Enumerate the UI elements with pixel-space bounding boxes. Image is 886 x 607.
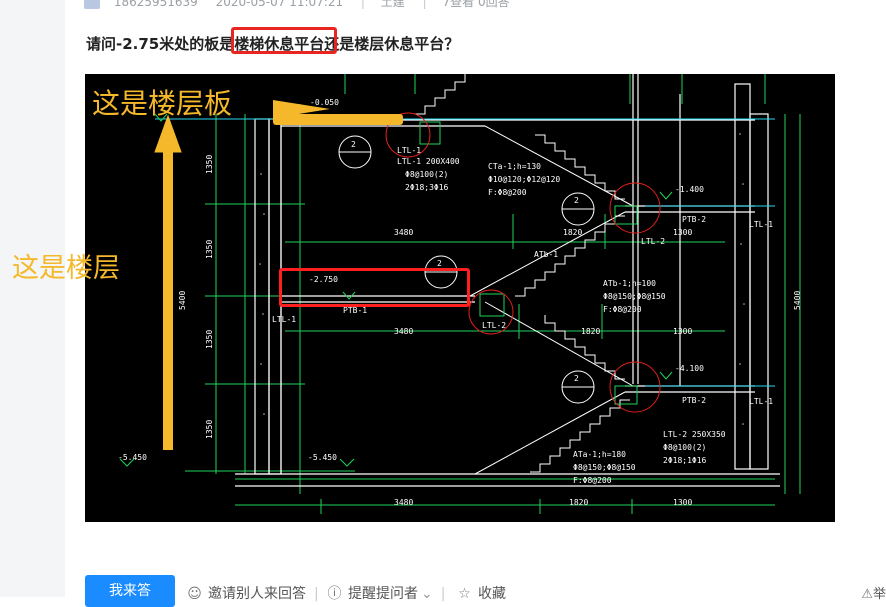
dimension: 5400 [793, 290, 802, 310]
slab-label: PTB-2 [682, 396, 707, 405]
section-number: 2 [574, 374, 579, 383]
report-link[interactable]: ⚠举 [861, 583, 886, 602]
dimension: 5400 [178, 290, 187, 310]
annotation-floor-slab: 这是楼层板 [92, 87, 233, 120]
question-meta: 18625951639 2020-05-07 11:07:21 | 土建 | 7… [84, 0, 524, 9]
annotation-floor: 这是楼层 [12, 253, 120, 284]
stair-rebar: F:Φ8@200 [488, 188, 527, 197]
dimension: 1350 [205, 329, 214, 349]
dimension: 1300 [673, 228, 693, 237]
star-icon: ☆ [458, 586, 471, 602]
elev-label: -0.050 [310, 98, 339, 107]
beam-rebar: Φ8@100(2) [405, 170, 449, 179]
meta-user[interactable]: 18625951639 [114, 0, 198, 9]
dimension: 1820 [569, 498, 589, 507]
stair-spec: ATb-1;h=100 [603, 279, 656, 288]
meta-separator: | [360, 0, 365, 9]
dimension: 1300 [673, 498, 693, 507]
elev-label: -5.450 [118, 453, 147, 462]
beam-spec: LTL-2 250X350 [663, 430, 726, 439]
answer-button[interactable]: 我来答 [85, 575, 175, 607]
meta-separator: | [422, 0, 427, 9]
dimension: 1350 [205, 154, 214, 174]
elev-label: -1.400 [675, 185, 704, 194]
dimension: 1350 [205, 419, 214, 439]
report-label: 举 [872, 587, 886, 602]
stair-spec: CTa-1;h=130 [488, 162, 541, 171]
highlight-box-2750 [279, 268, 470, 307]
stair-rebar: F:Φ8@200 [573, 476, 612, 485]
stair-rebar: Φ10@120;Φ12@120 [488, 175, 561, 184]
section-number: 2 [437, 259, 442, 268]
separator: | [314, 586, 319, 602]
stair-rebar: Φ8@150;Φ8@150 [603, 292, 666, 301]
section-number: 2 [351, 140, 356, 149]
stair-rebar: F:Φ8@200 [603, 305, 642, 314]
question-highlight-box [231, 27, 337, 54]
dimension: 1350 [205, 239, 214, 259]
favorite-link[interactable]: ☆ 收藏 [457, 583, 506, 603]
invite-label: 邀请别人来回答 [208, 586, 306, 602]
avatar[interactable] [84, 0, 100, 9]
dimension: 1820 [581, 327, 601, 336]
invite-answer-link[interactable]: ☺ 邀请别人来回答 | [187, 583, 319, 603]
beam-rebar: Φ8@100(2) [663, 443, 707, 452]
dimension: 3480 [394, 327, 414, 336]
user-icon: ☺ [187, 586, 202, 602]
dimension: 1300 [673, 327, 693, 336]
info-icon: ⓘ [327, 586, 342, 602]
meta-stats: 7查看 0回答 [442, 0, 510, 9]
separator: | [440, 586, 446, 602]
left-sidebar [0, 0, 65, 597]
meta-datetime: 2020-05-07 11:07:21 [215, 0, 344, 9]
favorite-label: 收藏 [478, 586, 506, 602]
elev-label: -5.450 [308, 453, 337, 462]
warning-icon: ⚠ [861, 587, 873, 602]
beam-label: LTL-1 [749, 220, 774, 229]
slab-label: PTB-2 [682, 215, 707, 224]
stair-rebar: Φ8@150;Φ8@150 [573, 463, 636, 472]
dimension: 1820 [563, 228, 583, 237]
beam-label: LTL-2 [641, 237, 666, 246]
remind-label: 提醒提问者 [348, 586, 418, 602]
section-number: 2 [574, 196, 579, 205]
answer-action-bar: 我来答 ☺ 邀请别人来回答 | ⓘ 提醒提问者 ⌄ | ☆ 收藏 ⚠举 [85, 575, 886, 607]
dimension: 3480 [394, 228, 414, 237]
beam-rebar: 2Φ18;3Φ16 [405, 183, 449, 192]
stair-spec: ATa-1;h=180 [573, 450, 626, 459]
beam-label: LTL-1 [272, 315, 297, 324]
stair-label: ATb-1 [534, 250, 559, 259]
beam-label: LTL-1 [749, 397, 774, 406]
beam-label: LTL-2 [482, 321, 507, 330]
slab-label: PTB-1 [343, 306, 368, 315]
elev-label: -4.100 [675, 364, 704, 373]
meta-category[interactable]: 土建 [381, 0, 405, 9]
remind-asker-link[interactable]: ⓘ 提醒提问者 ⌄ | [327, 583, 446, 603]
beam-rebar: 2Φ18;1Φ16 [663, 456, 707, 465]
dimension: 3480 [394, 498, 414, 507]
chevron-down-icon: ⌄ [421, 586, 433, 602]
beam-spec: LTL-1 200X400 [397, 157, 460, 166]
beam-label: LTL-1 [397, 146, 422, 155]
